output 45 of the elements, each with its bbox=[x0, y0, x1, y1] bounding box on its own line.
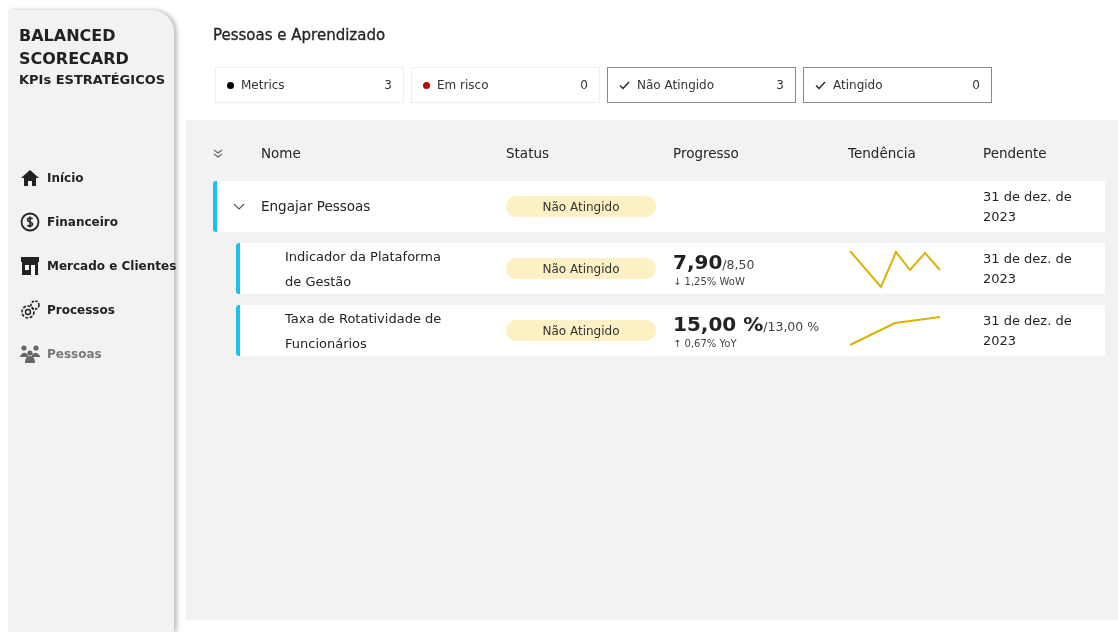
nav-item[interactable]: Pessoas bbox=[19, 343, 102, 365]
collapse-all-icon[interactable] bbox=[213, 148, 223, 158]
column-header: Pendente bbox=[983, 145, 1047, 161]
change-indicator: ↑ 0,67% YoY bbox=[673, 338, 737, 349]
change-indicator: ↓ 1,25% WoW bbox=[673, 276, 745, 287]
nav-item[interactable]: Processos bbox=[19, 299, 115, 321]
column-header: Status bbox=[506, 145, 550, 161]
due-date: 31 de dez. de 2023 bbox=[983, 249, 1073, 288]
due-date: 31 de dez. de 2023 bbox=[983, 311, 1073, 350]
check-icon bbox=[619, 80, 630, 90]
app-title: SCORECARD bbox=[19, 48, 129, 70]
kpi-value: 15,00 % bbox=[673, 312, 764, 336]
filter-card[interactable]: Não Atingido 3 bbox=[607, 67, 796, 103]
status-badge: Não Atingido bbox=[506, 196, 656, 217]
column-header: Tendência bbox=[848, 145, 916, 161]
column-header: Nome bbox=[261, 145, 301, 161]
dollar-icon bbox=[20, 212, 40, 232]
group-row[interactable]: Engajar Pessoas Não Atingido 31 de dez. de 2023 bbox=[213, 181, 1105, 232]
page-title: Pessoas e Aprendizado bbox=[213, 26, 386, 44]
kpi-row[interactable]: Indicador da Plataforma de Gestão Não Atingido 7,90/8,50 ↓ 1,25% WoW 31 de dez. de 2023 bbox=[236, 243, 1105, 294]
status-badge: Não Atingido bbox=[506, 258, 656, 279]
gears-icon bbox=[19, 299, 41, 321]
nav-item[interactable]: Financeiro bbox=[19, 211, 119, 233]
column-header: Progresso bbox=[673, 145, 739, 161]
filter-card[interactable]: Em risco 0 bbox=[411, 67, 600, 103]
status-badge: Não Atingido bbox=[506, 320, 656, 341]
filter-card[interactable]: Atingido 0 bbox=[803, 67, 992, 103]
home-icon bbox=[20, 169, 40, 187]
filter-card[interactable]: Metrics 3 bbox=[215, 67, 404, 103]
kpi-value: 7,90 bbox=[673, 250, 723, 274]
app-title: BALANCED bbox=[19, 25, 116, 47]
kpi-name: Engajar Pessoas bbox=[261, 198, 371, 214]
kpi-name: Indicador da Plataforma de Gestão bbox=[285, 247, 442, 291]
storefront-icon bbox=[20, 256, 40, 276]
check-icon bbox=[815, 80, 826, 90]
app-subtitle: KPIs ESTRATÉGICOS bbox=[19, 71, 166, 89]
nav-item[interactable]: Início bbox=[19, 167, 84, 189]
kpi-row[interactable]: Taxa de Rotatividade de Funcionários Não Atingido 15,00 %/13,00 % ↑ 0,67% YoY 31 de dez. de 2023 bbox=[236, 305, 1105, 356]
kpi-target: /8,50 bbox=[722, 257, 755, 272]
chevron-icon[interactable] bbox=[233, 203, 245, 210]
kpi-target: /13,00 % bbox=[763, 319, 820, 334]
nav-item[interactable]: Mercado e Clientes bbox=[19, 255, 177, 277]
due-date: 31 de dez. de 2023 bbox=[983, 187, 1073, 226]
kpi-name: Taxa de Rotatividade de Funcionários bbox=[285, 309, 443, 353]
people-icon bbox=[19, 344, 41, 364]
